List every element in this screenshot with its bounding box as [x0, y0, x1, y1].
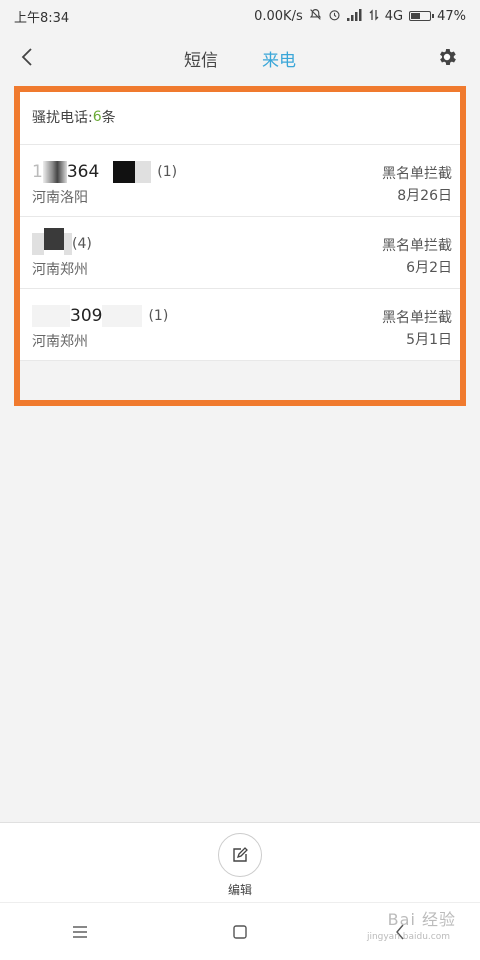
battery-percent: 47% — [437, 8, 466, 24]
network-type: 4G — [384, 8, 404, 24]
number-mid: 364 — [66, 162, 100, 182]
redaction — [102, 305, 143, 327]
gear-icon[interactable] — [434, 44, 460, 70]
block-reason: 黑名单拦截 — [382, 310, 452, 326]
alarm-icon — [328, 8, 341, 24]
header: 短信 来电 — [0, 32, 480, 84]
number-mid: 309 — [70, 306, 103, 326]
summary-unit: 条 — [101, 110, 116, 126]
call-row[interactable]: (4) 河南郑州 黑名单拦截 6月2日 — [16, 217, 464, 289]
redaction — [32, 233, 44, 255]
tab-sms[interactable]: 短信 — [184, 46, 218, 71]
tab-bar: 短信 来电 — [184, 46, 296, 71]
call-row[interactable]: 309 (1) 河南郑州 黑名单拦截 5月1日 — [16, 289, 464, 361]
status-icons: 0.00K/s 4G 47% — [254, 8, 466, 24]
edit-icon — [233, 847, 248, 862]
call-date: 8月26日 — [397, 188, 452, 204]
redaction — [135, 161, 152, 183]
battery-icon — [409, 11, 435, 21]
call-location: 河南洛阳 — [32, 190, 88, 206]
edit-button[interactable] — [218, 833, 262, 877]
screen: 上午8:34 0.00K/s 4G 47% 短信 来电 骚扰电话: 6 条 1 … — [0, 0, 480, 960]
home-icon[interactable] — [220, 912, 260, 952]
mute-icon — [309, 8, 322, 24]
redaction — [32, 305, 70, 327]
call-number: 1 364 (1) — [32, 161, 177, 183]
call-list: 骚扰电话: 6 条 1 364 (1) 河南洛阳 黑名单拦截 8月26日 (4)… — [16, 90, 464, 401]
call-number: (4) — [32, 228, 92, 255]
data-arrows-icon — [369, 8, 379, 24]
call-location: 河南郑州 — [32, 334, 88, 350]
call-date: 5月1日 — [406, 332, 452, 348]
status-time: 上午8:34 — [14, 10, 70, 26]
block-reason: 黑名单拦截 — [382, 238, 452, 254]
call-count: (1) — [157, 164, 178, 180]
number-prefix: 1 — [32, 162, 43, 182]
back-icon[interactable] — [14, 44, 40, 70]
watermark-logo: Bai 经验 — [387, 910, 456, 929]
redaction — [64, 233, 72, 255]
redaction — [44, 228, 64, 250]
edit-label: 编辑 — [227, 883, 252, 897]
edit-bar: 编辑 — [0, 822, 480, 903]
call-date: 6月2日 — [406, 260, 452, 276]
network-speed: 0.00K/s — [254, 8, 303, 24]
watermark-url: jingyan.baidu.com — [366, 932, 450, 942]
signal-icon — [346, 8, 363, 24]
redaction — [42, 161, 67, 183]
tab-calls[interactable]: 来电 — [262, 46, 296, 71]
call-location: 河南郑州 — [32, 262, 88, 278]
redaction — [113, 161, 136, 183]
menu-icon[interactable] — [60, 912, 100, 952]
status-bar: 上午8:34 0.00K/s 4G 47% — [0, 0, 480, 32]
call-count: (1) — [148, 308, 169, 324]
block-reason: 黑名单拦截 — [382, 166, 452, 182]
call-number: 309 (1) — [32, 305, 168, 327]
list-footer-space — [16, 361, 464, 401]
spam-summary: 骚扰电话: 6 条 — [16, 90, 464, 145]
call-row[interactable]: 1 364 (1) 河南洛阳 黑名单拦截 8月26日 — [16, 145, 464, 217]
call-count: (4) — [72, 236, 92, 252]
summary-count: 6 — [92, 109, 102, 125]
summary-label: 骚扰电话: — [32, 110, 93, 126]
